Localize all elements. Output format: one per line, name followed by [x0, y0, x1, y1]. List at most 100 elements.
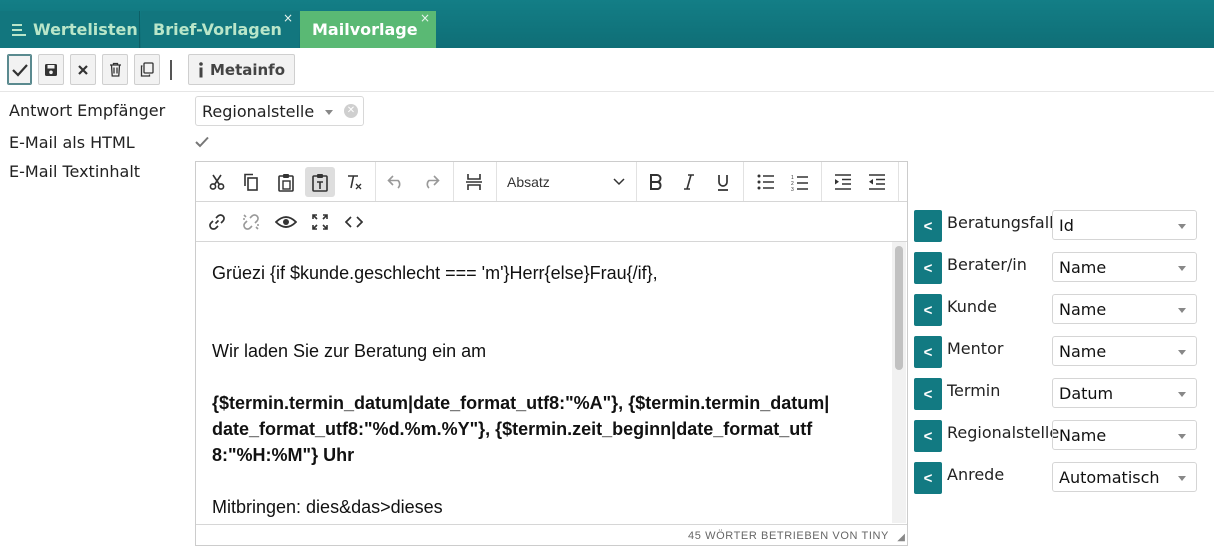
- metainfo-button[interactable]: Metainfo: [188, 54, 295, 85]
- reply-recipient-select[interactable]: Regionalstelle ✕: [195, 96, 364, 126]
- content-line: Wir laden Sie zur Beratung ein am: [212, 341, 487, 361]
- placeholder-field-select[interactable]: Name: [1052, 294, 1197, 324]
- paste-as-text-icon[interactable]: [305, 167, 335, 197]
- underline-icon[interactable]: [708, 167, 738, 197]
- html-label: E-Mail als HTML: [9, 133, 135, 152]
- close-tab-icon[interactable]: ×: [283, 11, 293, 25]
- tab-mailvorlage[interactable]: Mailvorlage ×: [300, 11, 436, 48]
- tab-wertelisten[interactable]: Wertelisten: [0, 11, 140, 48]
- fullscreen-icon[interactable]: [305, 207, 335, 237]
- chevron-down-icon: [1178, 350, 1186, 355]
- word-count-status: 45 WÖRTER BETRIEBEN VON TINY: [688, 530, 889, 542]
- content-line: date_format_utf8:"%d.%m.%Y"}, {$termin.z…: [212, 419, 813, 439]
- list-icon: [12, 21, 26, 39]
- cancel-button[interactable]: [70, 54, 96, 85]
- placeholder-row-termin: < Termin Datum: [914, 378, 1198, 410]
- placeholder-label: Beratungsfall: [947, 213, 1054, 232]
- cut-icon[interactable]: [202, 167, 232, 197]
- editor-content[interactable]: Grüezi {if $kunde.geschlecht === 'm'}Her…: [196, 242, 893, 523]
- chevron-down-icon: [1178, 308, 1186, 313]
- placeholder-field-select[interactable]: Name: [1052, 336, 1197, 366]
- placeholder-field-select[interactable]: Automatisch: [1052, 462, 1197, 492]
- paste-icon[interactable]: [271, 167, 301, 197]
- toolbar-divider: [375, 162, 376, 201]
- delete-button[interactable]: [102, 54, 128, 85]
- indent-icon[interactable]: [828, 167, 858, 197]
- source-code-icon[interactable]: [339, 207, 369, 237]
- placeholder-field-select[interactable]: Id: [1052, 210, 1197, 240]
- duplicate-button[interactable]: [134, 54, 160, 85]
- placeholder-label: Anrede: [947, 465, 1005, 484]
- select-value: Name: [1059, 425, 1107, 445]
- copy-icon[interactable]: [236, 167, 266, 197]
- clear-icon[interactable]: ✕: [344, 104, 358, 118]
- reply-recipient-label: Antwort Empfänger: [9, 101, 166, 120]
- placeholder-field-select[interactable]: Name: [1052, 252, 1197, 282]
- chevron-down-icon: [1178, 224, 1186, 229]
- copy-icon: [140, 62, 154, 77]
- save-button[interactable]: [38, 54, 64, 85]
- toolbar-divider: [743, 162, 744, 201]
- link-icon[interactable]: [202, 207, 232, 237]
- bullet-list-icon[interactable]: [751, 167, 781, 197]
- select-value: Automatisch: [1059, 467, 1160, 487]
- chevron-down-icon: [1178, 434, 1186, 439]
- tab-brief-vorlagen[interactable]: Brief-Vorlagen ×: [141, 11, 299, 48]
- close-icon: [78, 64, 88, 75]
- placeholder-row-regionalstelle: < Regionalstelle Name: [914, 420, 1198, 452]
- chevron-down-icon: [325, 110, 333, 115]
- undo-icon[interactable]: [381, 167, 411, 197]
- placeholder-row-berater: < Berater/in Name: [914, 252, 1198, 284]
- editor-scrollbar[interactable]: [892, 242, 906, 523]
- block-format-select[interactable]: Absatz: [507, 162, 631, 201]
- tab-label: Wertelisten: [33, 20, 138, 39]
- page-break-icon[interactable]: [459, 167, 489, 197]
- content-line: {$termin.termin_datum|date_format_utf8:"…: [212, 393, 830, 413]
- confirm-button[interactable]: [7, 54, 32, 85]
- bold-icon[interactable]: [641, 167, 671, 197]
- html-checkbox[interactable]: [195, 135, 209, 153]
- insert-placeholder-button[interactable]: <: [914, 420, 942, 452]
- insert-placeholder-button[interactable]: <: [914, 336, 942, 368]
- select-value: Name: [1059, 257, 1107, 277]
- save-icon: [45, 63, 57, 76]
- chevron-down-icon: [613, 178, 625, 186]
- insert-placeholder-button[interactable]: <: [914, 294, 942, 326]
- trash-icon: [109, 62, 121, 77]
- placeholder-label: Kunde: [947, 297, 997, 316]
- content-line: Grüezi {if $kunde.geschlecht === 'm'}Her…: [212, 263, 658, 283]
- toolbar-divider: [636, 162, 637, 201]
- editor-statusbar: 45 WÖRTER BETRIEBEN VON TINY: [196, 524, 907, 546]
- chevron-down-icon: [1178, 266, 1186, 271]
- info-icon: [199, 61, 203, 77]
- insert-placeholder-button[interactable]: <: [914, 462, 942, 494]
- italic-icon[interactable]: [674, 167, 704, 197]
- unlink-icon[interactable]: [236, 207, 266, 237]
- editor-toolbar-row-2: [196, 202, 907, 242]
- insert-placeholder-button[interactable]: <: [914, 378, 942, 410]
- placeholder-label: Mentor: [947, 339, 1004, 358]
- placeholder-field-select[interactable]: Name: [1052, 420, 1197, 450]
- insert-placeholder-button[interactable]: <: [914, 252, 942, 284]
- numbered-list-icon[interactable]: 123: [785, 167, 815, 197]
- toolbar-divider: [496, 162, 497, 201]
- redo-icon[interactable]: [416, 167, 446, 197]
- close-tab-icon[interactable]: ×: [420, 11, 430, 25]
- content-line: 8:"%H:%M"} Uhr: [212, 445, 355, 465]
- insert-placeholder-button[interactable]: <: [914, 210, 942, 242]
- placeholder-row-anrede: < Anrede Automatisch: [914, 462, 1198, 494]
- scrollbar-thumb[interactable]: [895, 246, 903, 370]
- rich-text-editor: Absatz 123 Grüezi {if $kunde.geschlecht …: [195, 161, 908, 546]
- toolbar: Metainfo: [0, 48, 1214, 92]
- reply-recipient-value: Regionalstelle: [202, 101, 315, 121]
- placeholder-field-select[interactable]: Datum: [1052, 378, 1197, 408]
- placeholder-label: Termin: [947, 381, 1001, 400]
- preview-eye-icon[interactable]: [271, 207, 301, 237]
- outdent-icon[interactable]: [862, 167, 892, 197]
- text-content-label: E-Mail Textinhalt: [9, 162, 141, 181]
- placeholder-label: Berater/in: [947, 255, 1027, 274]
- resize-handle-icon[interactable]: ◢: [897, 532, 905, 543]
- clear-formatting-icon[interactable]: [339, 167, 369, 197]
- placeholder-row-mentor: < Mentor Name: [914, 336, 1198, 368]
- chevron-down-icon: [1178, 476, 1186, 481]
